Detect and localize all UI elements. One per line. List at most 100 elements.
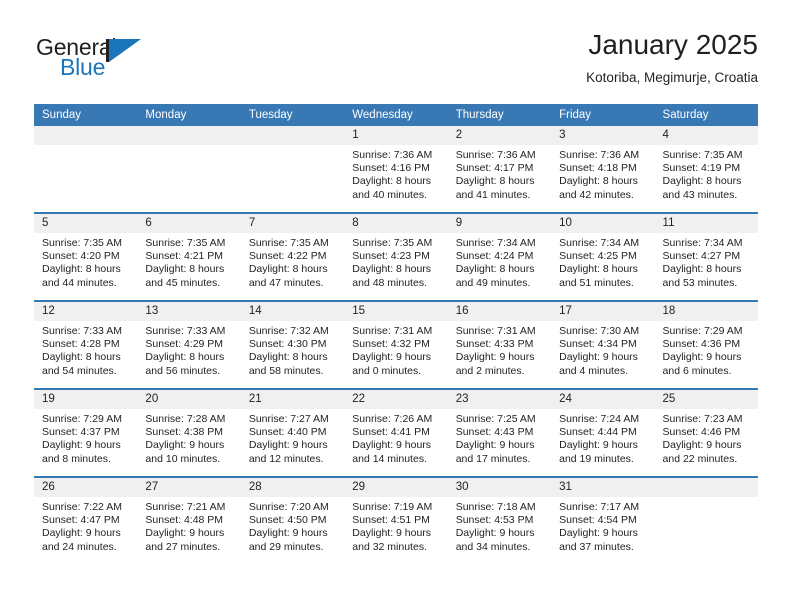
calendar-day-cell[interactable]: 12 Sunrise: 7:33 AM Sunset: 4:28 PM Dayligh… (34, 300, 138, 389)
day-sun-info: Sunrise: 7:24 AM Sunset: 4:44 PM Daylight:… (551, 409, 654, 466)
calendar-day-cell[interactable]: 6 Sunrise: 7:35 AM Sunset: 4:21 PM Daylight… (137, 212, 241, 301)
day-sunset-text: Sunset: 4:29 PM (145, 338, 224, 351)
day-sunrise-text: Sunrise: 7:24 AM (559, 413, 640, 425)
day-number: 17 (551, 302, 655, 321)
day-daylight1-text: Daylight: 8 hours (248, 351, 328, 364)
day-sunrise-text: Sunrise: 7:30 AM (559, 325, 640, 337)
day-cell-content: 25 Sunrise: 7:23 AM Sunset: 4:46 PM Dayligh… (654, 390, 758, 476)
general-blue-logo[interactable]: General Blue (36, 34, 236, 90)
weekday-header-thursday: Thursday (447, 104, 552, 126)
day-sunset-text: Sunset: 4:38 PM (145, 426, 224, 439)
day-sunrise-text: Sunrise: 7:35 AM (145, 237, 226, 249)
day-number: 29 (344, 478, 448, 497)
day-sun-info: Sunrise: 7:36 AM Sunset: 4:18 PM Daylight:… (551, 145, 654, 202)
calendar-day-cell[interactable]: 5 Sunrise: 7:35 AM Sunset: 4:20 PM Daylight… (34, 212, 138, 301)
day-sunrise-text: Sunrise: 7:17 AM (559, 501, 640, 513)
day-daylight2-text: and 45 minutes. (145, 276, 221, 289)
day-number: 8 (344, 214, 448, 233)
day-cell-content (137, 126, 241, 212)
day-sunrise-text: Sunrise: 7:35 AM (352, 237, 433, 249)
day-sunset-text: Sunset: 4:46 PM (662, 426, 741, 439)
calendar-day-cell[interactable]: 1 Sunrise: 7:36 AM Sunset: 4:16 PM Daylight… (344, 126, 448, 213)
calendar-page: General Blue January 2025 Kotoriba, Megi… (0, 0, 792, 612)
day-cell-content: 21 Sunrise: 7:27 AM Sunset: 4:40 PM Dayligh… (240, 390, 345, 476)
calendar-day-cell[interactable]: 19 Sunrise: 7:29 AM Sunset: 4:37 PM Dayligh… (34, 388, 138, 477)
calendar-day-cell[interactable]: 16 Sunrise: 7:31 AM Sunset: 4:33 PM Dayligh… (447, 300, 552, 389)
calendar-day-cell[interactable]: 8 Sunrise: 7:35 AM Sunset: 4:23 PM Daylight… (344, 212, 448, 301)
day-sunrise-text: Sunrise: 7:23 AM (662, 413, 743, 425)
day-cell-content: 9 Sunrise: 7:34 AM Sunset: 4:24 PM Daylight… (447, 214, 552, 300)
day-sun-info: Sunrise: 7:36 AM Sunset: 4:16 PM Daylight:… (344, 145, 447, 202)
calendar-day-cell[interactable]: 21 Sunrise: 7:27 AM Sunset: 4:40 PM Dayligh… (240, 388, 345, 477)
day-daylight2-text: and 41 minutes. (455, 188, 531, 201)
calendar-day-cell[interactable]: 29 Sunrise: 7:19 AM Sunset: 4:51 PM Dayligh… (344, 476, 448, 564)
day-number: 23 (447, 390, 552, 409)
day-cell-content: 5 Sunrise: 7:35 AM Sunset: 4:20 PM Daylight… (34, 214, 138, 300)
day-sunrise-text: Sunrise: 7:18 AM (455, 501, 536, 513)
day-number: 13 (137, 302, 241, 321)
day-daylight2-text: and 29 minutes. (248, 540, 324, 553)
day-cell-content: 7 Sunrise: 7:35 AM Sunset: 4:22 PM Daylight… (240, 214, 345, 300)
calendar-day-cell[interactable]: 15 Sunrise: 7:31 AM Sunset: 4:32 PM Dayligh… (344, 300, 448, 389)
calendar-day-cell[interactable]: 26 Sunrise: 7:22 AM Sunset: 4:47 PM Dayligh… (34, 476, 138, 564)
day-sunrise-text: Sunrise: 7:34 AM (662, 237, 743, 249)
weekday-header-wednesday: Wednesday (344, 104, 448, 126)
day-sun-info: Sunrise: 7:17 AM Sunset: 4:54 PM Daylight:… (551, 497, 654, 554)
weekday-header-friday: Friday (551, 104, 655, 126)
calendar-day-cell (654, 476, 758, 564)
calendar-day-cell[interactable]: 2 Sunrise: 7:36 AM Sunset: 4:17 PM Daylight… (447, 126, 552, 213)
calendar-day-cell[interactable]: 14 Sunrise: 7:32 AM Sunset: 4:30 PM Dayligh… (240, 300, 345, 389)
day-sun-info: Sunrise: 7:33 AM Sunset: 4:29 PM Daylight:… (137, 321, 240, 378)
calendar-day-cell[interactable]: 10 Sunrise: 7:34 AM Sunset: 4:25 PM Dayligh… (551, 212, 655, 301)
day-daylight2-text: and 54 minutes. (42, 364, 117, 377)
day-number: 10 (551, 214, 655, 233)
day-cell-content: 12 Sunrise: 7:33 AM Sunset: 4:28 PM Dayligh… (34, 302, 138, 388)
calendar-day-cell[interactable]: 20 Sunrise: 7:28 AM Sunset: 4:38 PM Dayligh… (137, 388, 241, 477)
day-daylight2-text: and 14 minutes. (352, 452, 427, 465)
day-cell-content: 8 Sunrise: 7:35 AM Sunset: 4:23 PM Daylight… (344, 214, 448, 300)
calendar-day-cell[interactable]: 4 Sunrise: 7:35 AM Sunset: 4:19 PM Daylight… (654, 126, 758, 213)
calendar-day-cell[interactable]: 11 Sunrise: 7:34 AM Sunset: 4:27 PM Dayligh… (654, 212, 758, 301)
calendar-day-cell[interactable]: 9 Sunrise: 7:34 AM Sunset: 4:24 PM Daylight… (447, 212, 552, 301)
day-cell-content (34, 126, 138, 212)
day-sunrise-text: Sunrise: 7:36 AM (352, 149, 433, 161)
day-sunrise-text: Sunrise: 7:27 AM (248, 413, 329, 425)
day-daylight2-text: and 51 minutes. (559, 276, 634, 289)
day-daylight1-text: Daylight: 8 hours (455, 175, 535, 188)
day-sunrise-text: Sunrise: 7:28 AM (145, 413, 226, 425)
calendar-day-cell[interactable]: 7 Sunrise: 7:35 AM Sunset: 4:22 PM Daylight… (240, 212, 345, 301)
day-daylight1-text: Daylight: 8 hours (145, 351, 225, 364)
day-daylight1-text: Daylight: 8 hours (42, 351, 121, 364)
day-sunrise-text: Sunrise: 7:25 AM (455, 413, 536, 425)
calendar-day-cell[interactable]: 25 Sunrise: 7:23 AM Sunset: 4:46 PM Dayligh… (654, 388, 758, 477)
calendar-day-cell[interactable]: 27 Sunrise: 7:21 AM Sunset: 4:48 PM Dayligh… (137, 476, 241, 564)
day-number: 7 (240, 214, 345, 233)
day-number: 24 (551, 390, 655, 409)
day-cell-content: 10 Sunrise: 7:34 AM Sunset: 4:25 PM Dayligh… (551, 214, 655, 300)
day-sunrise-text: Sunrise: 7:29 AM (662, 325, 743, 337)
calendar-day-cell[interactable]: 13 Sunrise: 7:33 AM Sunset: 4:29 PM Dayligh… (137, 300, 241, 389)
calendar-day-cell[interactable]: 30 Sunrise: 7:18 AM Sunset: 4:53 PM Dayligh… (447, 476, 552, 564)
day-daylight1-text: Daylight: 8 hours (559, 175, 638, 188)
calendar-day-cell[interactable]: 18 Sunrise: 7:29 AM Sunset: 4:36 PM Dayligh… (654, 300, 758, 389)
calendar-day-cell[interactable]: 23 Sunrise: 7:25 AM Sunset: 4:43 PM Dayligh… (447, 388, 552, 477)
day-daylight2-text: and 6 minutes. (662, 364, 732, 377)
day-sunset-text: Sunset: 4:17 PM (455, 162, 534, 175)
day-sunrise-text: Sunrise: 7:35 AM (248, 237, 329, 249)
calendar-day-cell[interactable]: 22 Sunrise: 7:26 AM Sunset: 4:41 PM Dayligh… (344, 388, 448, 477)
calendar-day-cell[interactable]: 3 Sunrise: 7:36 AM Sunset: 4:18 PM Daylight… (551, 126, 655, 213)
day-cell-content: 30 Sunrise: 7:18 AM Sunset: 4:53 PM Dayligh… (447, 478, 552, 564)
calendar-day-cell[interactable]: 28 Sunrise: 7:20 AM Sunset: 4:50 PM Dayligh… (240, 476, 345, 564)
day-number: 1 (344, 126, 448, 145)
day-sunrise-text: Sunrise: 7:35 AM (662, 149, 743, 161)
day-sunset-text: Sunset: 4:23 PM (352, 250, 430, 263)
day-cell-content: 1 Sunrise: 7:36 AM Sunset: 4:16 PM Daylight… (344, 126, 448, 212)
day-cell-content: 20 Sunrise: 7:28 AM Sunset: 4:38 PM Dayligh… (137, 390, 241, 476)
calendar-day-cell[interactable]: 24 Sunrise: 7:24 AM Sunset: 4:44 PM Dayligh… (551, 388, 655, 477)
calendar-day-cell[interactable]: 17 Sunrise: 7:30 AM Sunset: 4:34 PM Dayligh… (551, 300, 655, 389)
day-sunset-text: Sunset: 4:47 PM (42, 514, 120, 527)
day-cell-content: 2 Sunrise: 7:36 AM Sunset: 4:17 PM Daylight… (447, 126, 552, 212)
calendar-day-cell[interactable]: 31 Sunrise: 7:17 AM Sunset: 4:54 PM Dayligh… (551, 476, 655, 564)
day-sunset-text: Sunset: 4:41 PM (352, 426, 430, 439)
day-number: 3 (551, 126, 655, 145)
